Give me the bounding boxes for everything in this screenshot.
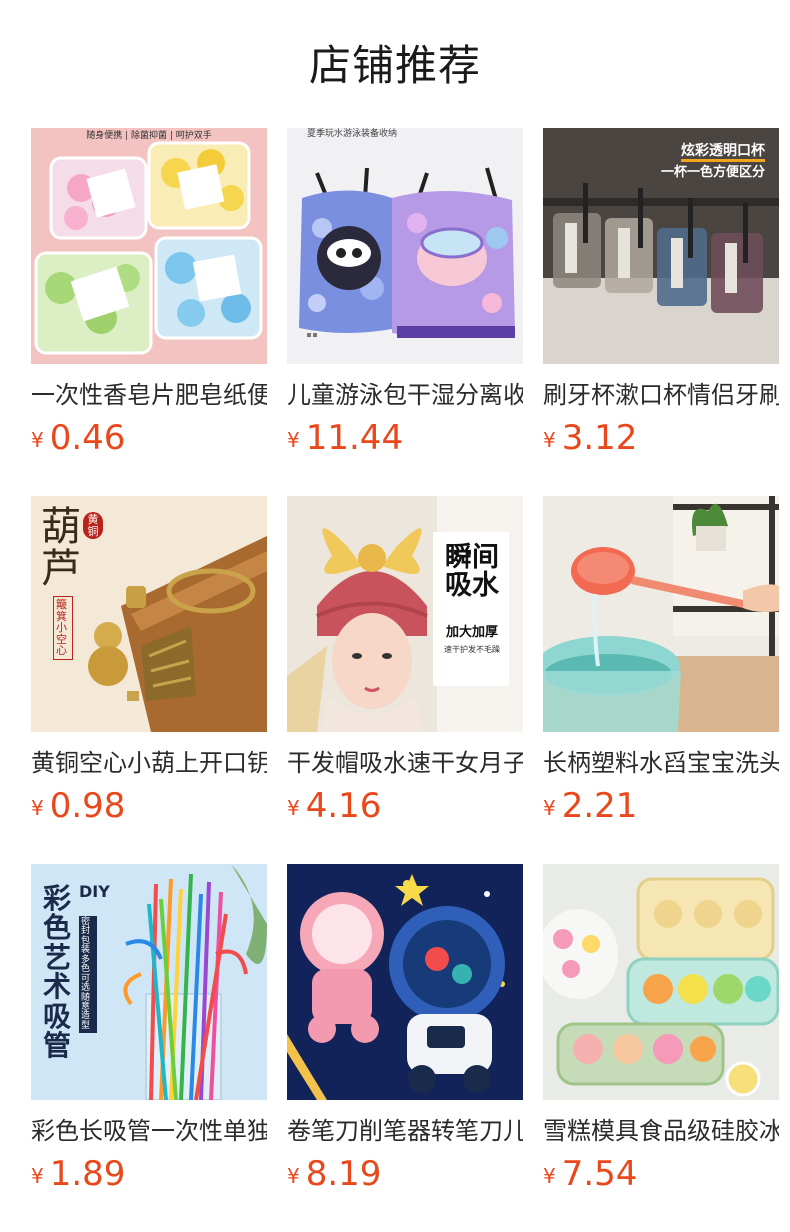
price-amount: 1.89 [49, 1154, 126, 1194]
currency-symbol: ¥ [543, 1164, 556, 1188]
image-badge: DIY [79, 883, 110, 901]
price-amount: 0.46 [49, 418, 126, 458]
popsicle-molds-icon [543, 864, 779, 1100]
currency-symbol: ¥ [31, 428, 44, 452]
currency-symbol: ¥ [543, 796, 556, 820]
product-price: ¥4.16 [287, 786, 381, 826]
currency-symbol: ¥ [287, 428, 300, 452]
product-price: ¥11.44 [287, 418, 403, 458]
image-caption: 随身便携 | 除菌抑菌 | 呵护双手 [86, 131, 212, 141]
product-image[interactable]: 瞬间吸水 加大加厚 速干护发不毛躁 [287, 496, 523, 732]
product-image[interactable]: 随身便携 | 除菌抑菌 | 呵护双手 [31, 128, 267, 364]
product-price: ¥0.98 [31, 786, 125, 826]
image-subcaption: 一杯一色方便区分 [660, 165, 765, 180]
product-price: ¥7.54 [543, 1154, 637, 1194]
soap-paper-boxes-icon [31, 128, 267, 364]
product-name[interactable]: 一次性香皂片肥皂纸便携 [31, 378, 267, 412]
astronaut-pencil-sharpener-icon [287, 864, 523, 1100]
image-badge: 黄铜 [83, 512, 103, 540]
product-name[interactable]: 黄铜空心小葫上开口钥匙扣 [31, 746, 267, 780]
swim-drawstring-bags-icon [287, 128, 523, 364]
product-name[interactable]: 长柄塑料水舀宝宝洗头 [543, 746, 779, 780]
image-caption: 葫芦 [41, 504, 81, 592]
product-image[interactable]: 葫芦 黄铜 簸箕小空心 [31, 496, 267, 732]
price-amount: 8.19 [305, 1154, 382, 1194]
currency-symbol: ¥ [31, 796, 44, 820]
currency-symbol: ¥ [287, 796, 300, 820]
product-name[interactable]: 刷牙杯漱口杯情侣牙刷杯 [543, 378, 779, 412]
image-caption: 瞬间吸水 [445, 542, 499, 602]
product-price: ¥8.19 [287, 1154, 381, 1194]
product-price: ¥2.21 [543, 786, 637, 826]
product-name[interactable]: 卷笔刀削笔器转笔刀儿童 [287, 1114, 523, 1148]
product-image[interactable]: 彩色艺术吸管 DIY 密封包装 多色可选 随意造型 [31, 864, 267, 1100]
currency-symbol: ¥ [31, 1164, 44, 1188]
product-image[interactable] [543, 496, 779, 732]
product-name[interactable]: 干发帽吸水速干女月子帽 [287, 746, 523, 780]
toothbrush-cups-icon [543, 128, 779, 364]
image-subcaption: 簸箕小空心 [53, 596, 73, 660]
image-caption: 彩色艺术吸管 [43, 882, 72, 1062]
product-price: ¥3.12 [543, 418, 637, 458]
currency-symbol: ¥ [543, 428, 556, 452]
price-amount: 7.54 [561, 1154, 638, 1194]
product-name[interactable]: 儿童游泳包干湿分离收纳 [287, 378, 523, 412]
product-price: ¥0.46 [31, 418, 125, 458]
price-amount: 11.44 [305, 418, 404, 458]
image-caption: 夏季玩水游泳装备收纳 [307, 129, 398, 139]
price-amount: 3.12 [561, 418, 638, 458]
currency-symbol: ¥ [287, 1164, 300, 1188]
product-image[interactable] [287, 864, 523, 1100]
price-amount: 0.98 [49, 786, 126, 826]
water-ladle-basin-icon [543, 496, 779, 732]
product-image[interactable]: 炫彩透明口杯 一杯一色方便区分 [543, 128, 779, 364]
page-title: 店铺推荐 [308, 41, 481, 90]
product-name[interactable]: 雪糕模具食品级硅胶冰棍 [543, 1114, 779, 1148]
image-note: 速干护发不毛躁 [444, 645, 500, 654]
product-price: ¥1.89 [31, 1154, 125, 1194]
product-image[interactable]: 夏季玩水游泳装备收纳 [287, 128, 523, 364]
product-name[interactable]: 彩色长吸管一次性单独包装 [31, 1114, 267, 1148]
image-subcaption: 密封包装 多色可选 随意造型 [79, 916, 97, 1034]
hair-drying-cap-icon [287, 496, 523, 732]
image-subcaption: 加大加厚 [445, 625, 498, 640]
image-caption: 炫彩透明口杯 [681, 144, 765, 162]
price-amount: 4.16 [305, 786, 382, 826]
product-image[interactable] [543, 864, 779, 1100]
price-amount: 2.21 [561, 786, 638, 826]
